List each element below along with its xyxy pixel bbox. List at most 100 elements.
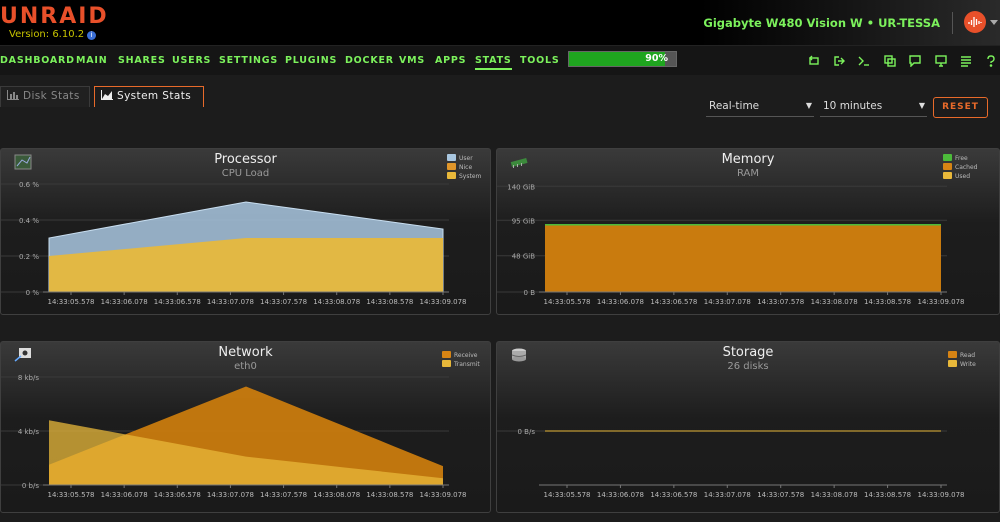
x-tick-label: 14:33:07.078 — [207, 491, 254, 499]
x-tick-label: 14:33:07.578 — [260, 298, 307, 306]
x-tick-label: 14:33:05.578 — [47, 491, 94, 499]
nav-tools[interactable]: TOOLS — [520, 55, 560, 66]
x-tick-label: 14:33:08.078 — [313, 491, 360, 499]
x-tick-label: 14:33:07.078 — [704, 491, 751, 499]
x-tick-label: 14:33:06.078 — [597, 491, 644, 499]
range-value: 10 minutes — [823, 100, 883, 112]
version-text: Version: 6.10.2 — [9, 29, 85, 40]
tab-label: System Stats — [117, 90, 192, 102]
dropdown-arrow-icon: ▼ — [918, 101, 925, 110]
x-tick-label: 14:33:05.578 — [47, 298, 94, 306]
main-nav: DASHBOARD MAIN SHARES USERS SETTINGS PLU… — [0, 45, 1000, 75]
y-tick-label: 4 kb/s — [18, 428, 40, 436]
unraid-logo[interactable]: UNRAID — [0, 4, 109, 29]
tab-system-stats[interactable]: System Stats — [94, 86, 204, 107]
nav-main[interactable]: MAIN — [76, 55, 108, 66]
help-icon[interactable] — [985, 55, 997, 67]
version-label: Version: 6.10.2 i — [9, 29, 97, 40]
server-name: UR-TESSA — [878, 16, 940, 30]
y-tick-label: 0 b/s — [22, 482, 39, 490]
info-icon[interactable]: i — [87, 31, 97, 40]
memory-chart: 0 B 48 GiB 95 GiB 140 GiB 14:33:05.578 14:33:… — [497, 183, 965, 306]
nav-vms[interactable]: VMS — [399, 55, 425, 66]
mode-select[interactable]: Real-time ▼ — [706, 98, 814, 117]
storage-panel: Storage 26 disks Read Write 0 B/s 14:33:0… — [496, 341, 1000, 513]
mode-value: Real-time — [709, 100, 760, 112]
nav-shares[interactable]: SHARES — [118, 55, 166, 66]
x-tick-label: 14:33:09.078 — [917, 298, 964, 306]
activity-icon — [968, 17, 982, 27]
x-tick-label: 14:33:05.578 — [543, 298, 590, 306]
x-tick-label: 14:33:08.078 — [313, 298, 360, 306]
y-tick-label: 0 B/s — [518, 428, 536, 436]
memory-panel: Memory RAM Free Cached Used 0 B 48 GiB 95 … — [496, 148, 1000, 315]
y-tick-label: 0.6 % — [19, 181, 39, 189]
avatar-divider — [952, 12, 953, 34]
tab-disk-stats[interactable]: Disk Stats — [0, 86, 90, 107]
y-tick-label: 0.4 % — [19, 217, 39, 225]
server-info: Gigabyte W480 Vision W • UR-TESSA — [703, 16, 940, 30]
refresh-icon[interactable] — [808, 55, 820, 67]
range-select[interactable]: 10 minutes ▼ — [820, 98, 927, 117]
header: UNRAID Version: 6.10.2 i Gigabyte W480 Vi… — [0, 0, 1000, 45]
user-avatar[interactable] — [964, 11, 986, 33]
nav-stats[interactable]: STATS — [475, 55, 512, 70]
area-chart-icon — [101, 90, 113, 100]
network-panel: Network eth0 Receive Transmit 0 b/s 4 kb/… — [0, 341, 491, 513]
nav-docker[interactable]: DOCKER — [345, 55, 394, 66]
network-chart: 0 b/s 4 kb/s 8 kb/s 14:33:05.578 14:33:06.07… — [1, 374, 467, 499]
logout-icon[interactable] — [833, 55, 845, 67]
x-tick-label: 14:33:07.078 — [207, 298, 254, 306]
x-tick-label: 14:33:09.078 — [419, 491, 466, 499]
server-model: Gigabyte W480 Vision W — [703, 16, 863, 30]
x-tick-label: 14:33:06.578 — [154, 491, 201, 499]
y-tick-label: 0.2 % — [19, 253, 39, 261]
storage-chart: 0 B/s 14:33:05.578 14:33:06.078 14:33:06.57… — [497, 428, 965, 499]
x-tick-label: 14:33:06.078 — [597, 298, 644, 306]
dropdown-arrow-icon: ▼ — [805, 101, 812, 110]
x-tick-label: 14:33:05.578 — [543, 491, 590, 499]
nav-settings[interactable]: SETTINGS — [219, 55, 278, 66]
feedback-icon[interactable] — [909, 55, 921, 67]
array-usage-label: 90% — [645, 53, 668, 64]
bar-chart-icon — [7, 90, 19, 100]
log-icon[interactable] — [960, 55, 972, 67]
series-area-cached — [545, 225, 941, 292]
x-tick-label: 14:33:09.078 — [917, 491, 964, 499]
processor-panel: Processor CPU Load User Nice System 0 % 0… — [0, 148, 491, 315]
x-tick-label: 14:33:06.578 — [650, 491, 697, 499]
x-tick-label: 14:33:09.078 — [419, 298, 466, 306]
nav-users[interactable]: USERS — [172, 55, 211, 66]
x-tick-label: 14:33:08.578 — [366, 298, 413, 306]
info-icon[interactable] — [935, 55, 947, 67]
x-tick-label: 14:33:07.578 — [757, 298, 804, 306]
reset-button[interactable]: RESET — [933, 97, 988, 118]
tab-label: Disk Stats — [23, 90, 80, 102]
x-tick-label: 14:33:08.078 — [811, 491, 858, 499]
y-tick-label: 48 GiB — [512, 253, 536, 261]
y-tick-label: 0 B — [524, 289, 536, 297]
x-tick-label: 14:33:08.578 — [366, 491, 413, 499]
server-separator: • — [866, 16, 875, 30]
terminal-icon[interactable] — [858, 55, 870, 67]
y-tick-label: 0 % — [26, 289, 40, 297]
y-tick-label: 8 kb/s — [18, 374, 40, 382]
x-tick-label: 14:33:07.078 — [704, 298, 751, 306]
copy-icon[interactable] — [884, 55, 896, 67]
account-menu-chevron-icon[interactable] — [990, 20, 998, 25]
nav-apps[interactable]: APPS — [435, 55, 466, 66]
nav-dashboard[interactable]: DASHBOARD — [0, 55, 75, 66]
y-tick-label: 95 GiB — [512, 217, 536, 225]
x-tick-label: 14:33:07.578 — [260, 491, 307, 499]
x-tick-label: 14:33:06.078 — [101, 491, 148, 499]
x-tick-label: 14:33:08.578 — [864, 491, 911, 499]
x-tick-label: 14:33:06.578 — [650, 298, 697, 306]
x-tick-label: 14:33:07.578 — [757, 491, 804, 499]
processor-chart: 0 % 0.2 % 0.4 % 0.6 % 14:33:05.578 14:33:06.0… — [1, 181, 467, 306]
y-tick-label: 140 GiB — [507, 183, 535, 191]
nav-plugins[interactable]: PLUGINS — [285, 55, 337, 66]
array-usage-bar: 90% — [568, 51, 677, 67]
x-tick-label: 14:33:08.578 — [864, 298, 911, 306]
x-tick-label: 14:33:06.578 — [154, 298, 201, 306]
x-tick-label: 14:33:08.078 — [811, 298, 858, 306]
